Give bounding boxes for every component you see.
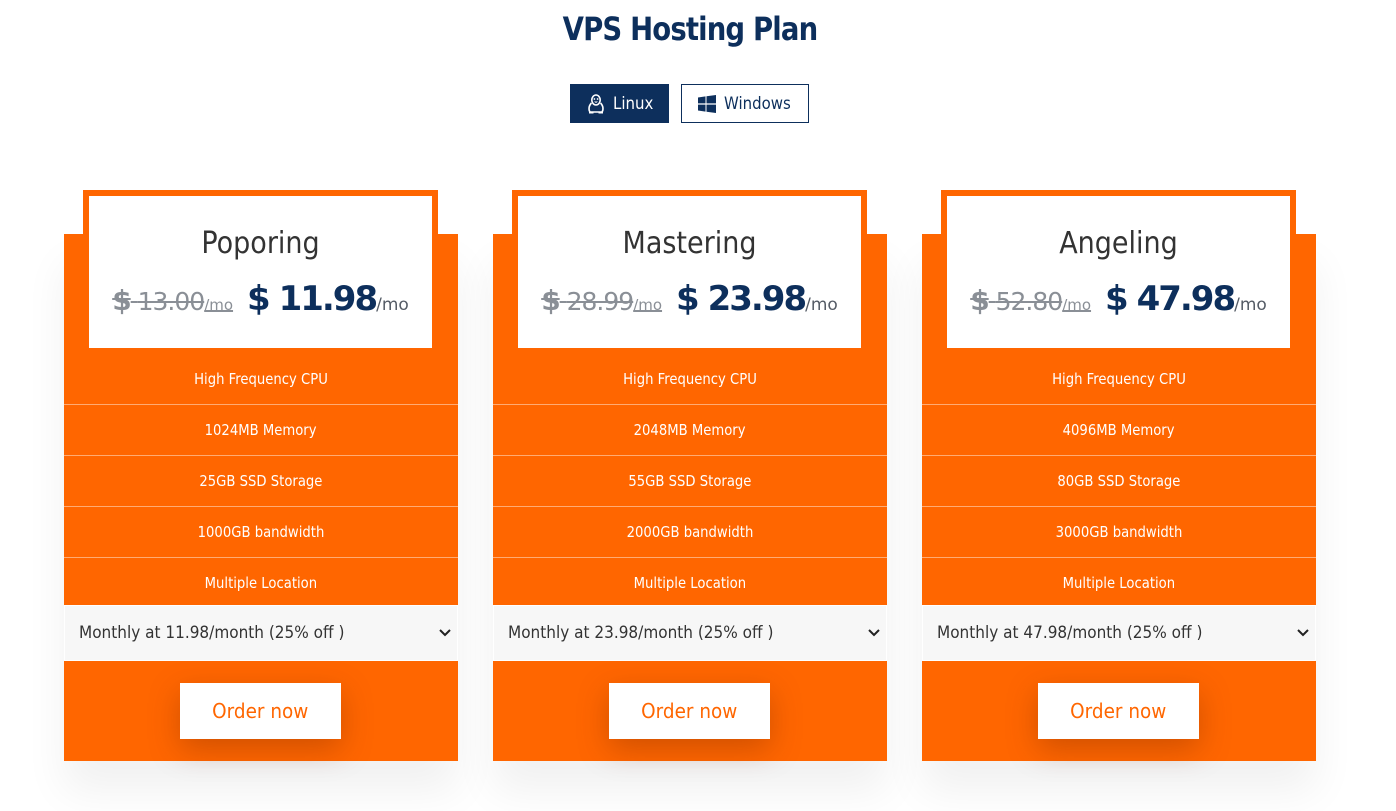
feature-list: High Frequency CPU 2048MB Memory 55GB SS… <box>493 354 887 608</box>
feature-item: 1000GB bandwidth <box>64 507 458 558</box>
current-price: $ 11.98/mo <box>247 279 409 319</box>
plan-card-mastering: Mastering $ 28.99/mo $ 23.98/mo High Fre… <box>493 190 887 761</box>
os-tabs: Linux Windows <box>570 84 809 123</box>
feature-item: Multiple Location <box>1062 574 1176 592</box>
order-now-button[interactable]: Order now <box>609 683 770 739</box>
price-row: $ 13.00/mo $ 11.98/mo <box>89 279 432 319</box>
feature-item: Multiple Location <box>633 574 747 592</box>
order-now-button[interactable]: Order now <box>180 683 341 739</box>
plan-header: Poporing $ 13.00/mo $ 11.98/mo <box>89 196 432 348</box>
feature-list: High Frequency CPU 1024MB Memory 25GB SS… <box>64 354 458 608</box>
billing-cycle-select[interactable]: Monthly at 23.98/month (25% off ) <box>493 605 887 661</box>
chevron-down-icon <box>868 629 880 637</box>
feature-item: 3000GB bandwidth <box>922 507 1316 558</box>
feature-item: 55GB SSD Storage <box>493 456 887 507</box>
billing-cycle-value: Monthly at 47.98/month (25% off ) <box>937 623 1203 643</box>
old-price: $ 13.00/mo <box>112 284 234 317</box>
feature-item: 2000GB bandwidth <box>493 507 887 558</box>
chevron-down-icon <box>1297 629 1309 637</box>
feature-item: 1024MB Memory <box>64 405 458 456</box>
plan-card-poporing: Poporing $ 13.00/mo $ 11.98/mo High Freq… <box>64 190 458 761</box>
price-row: $ 52.80/mo $ 47.98/mo <box>947 279 1290 319</box>
feature-item: High Frequency CPU <box>493 354 887 405</box>
billing-cycle-value: Monthly at 11.98/month (25% off ) <box>79 623 345 643</box>
feature-item: 2048MB Memory <box>493 405 887 456</box>
tab-linux[interactable]: Linux <box>570 84 669 123</box>
current-price: $ 47.98/mo <box>1105 279 1267 319</box>
pricing-page: VPS Hosting Plan Linux Windows Poporing … <box>0 0 1396 811</box>
linux-tux-icon <box>587 93 605 114</box>
chevron-down-icon <box>439 629 451 637</box>
plan-header: Mastering $ 28.99/mo $ 23.98/mo <box>518 196 861 348</box>
feature-item: Multiple Location <box>204 574 318 592</box>
plan-name: Angeling <box>1059 226 1178 261</box>
billing-cycle-select[interactable]: Monthly at 47.98/month (25% off ) <box>922 605 1316 661</box>
plan-header: Angeling $ 52.80/mo $ 47.98/mo <box>947 196 1290 348</box>
plan-name: Poporing <box>201 226 320 261</box>
page-title: VPS Hosting Plan <box>562 10 819 48</box>
feature-list: High Frequency CPU 4096MB Memory 80GB SS… <box>922 354 1316 608</box>
order-now-button[interactable]: Order now <box>1038 683 1199 739</box>
price-row: $ 28.99/mo $ 23.98/mo <box>518 279 861 319</box>
feature-item: 80GB SSD Storage <box>922 456 1316 507</box>
feature-item: 25GB SSD Storage <box>64 456 458 507</box>
tab-windows-label: Windows <box>724 93 791 114</box>
plan-header-frame: Poporing $ 13.00/mo $ 11.98/mo <box>83 190 438 349</box>
tab-windows[interactable]: Windows <box>681 84 809 123</box>
billing-cycle-select[interactable]: Monthly at 11.98/month (25% off ) <box>64 605 458 661</box>
billing-cycle-value: Monthly at 23.98/month (25% off ) <box>508 623 774 643</box>
plan-name: Mastering <box>622 226 757 261</box>
tab-linux-label: Linux <box>613 93 654 114</box>
current-price: $ 23.98/mo <box>676 279 838 319</box>
windows-logo-icon <box>698 94 716 113</box>
old-price: $ 28.99/mo <box>541 284 663 317</box>
plan-header-frame: Angeling $ 52.80/mo $ 47.98/mo <box>941 190 1296 349</box>
feature-item: 4096MB Memory <box>922 405 1316 456</box>
old-price: $ 52.80/mo <box>970 284 1092 317</box>
plan-header-frame: Mastering $ 28.99/mo $ 23.98/mo <box>512 190 867 349</box>
feature-item: High Frequency CPU <box>64 354 458 405</box>
plan-card-angeling: Angeling $ 52.80/mo $ 47.98/mo High Freq… <box>922 190 1316 761</box>
feature-item: High Frequency CPU <box>922 354 1316 405</box>
